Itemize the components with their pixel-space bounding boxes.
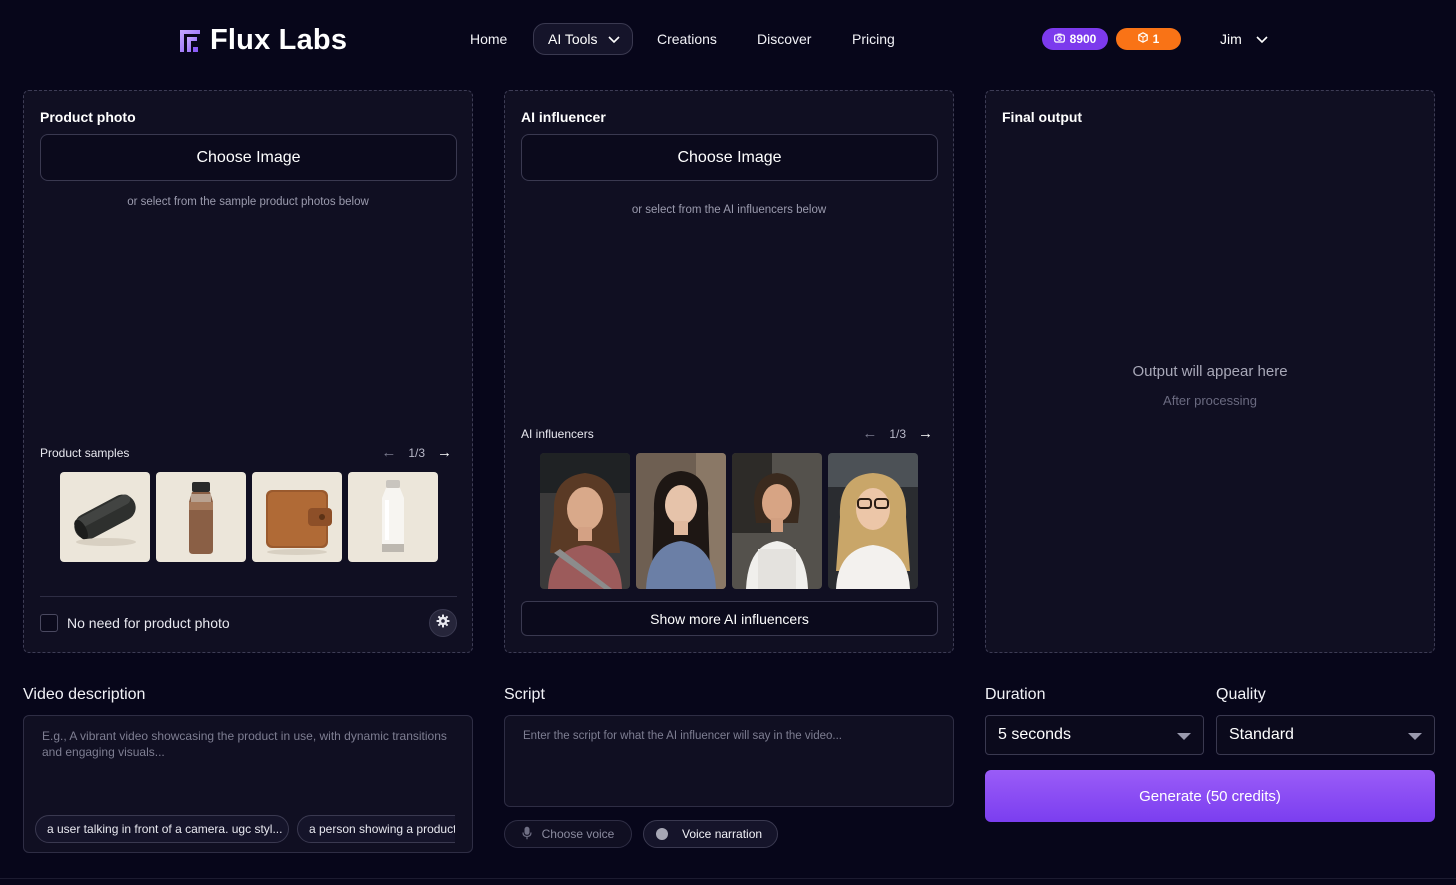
top-header: Flux Labs Home Creations Discover Pricin… [0, 0, 1456, 80]
choose-voice-button[interactable]: Choose voice [504, 820, 632, 848]
choose-influencer-image-button[interactable]: Choose Image [521, 134, 938, 181]
influencer-portrait-icon [732, 453, 822, 589]
quality-select[interactable]: Standard [1216, 715, 1435, 755]
quality-label: Quality [1216, 686, 1266, 703]
chevron-down-icon [1256, 31, 1268, 47]
output-placeholder: Output will appear here [1132, 363, 1288, 380]
arrow-right-icon[interactable]: → [918, 425, 933, 442]
suggestion-chip[interactable]: a user talking in front of a camera. ugc… [35, 815, 289, 843]
script-placeholder: Enter the script for what the AI influen… [523, 730, 842, 742]
speaker-icon [60, 472, 150, 562]
influencer-pager: ← 1/3 → [862, 425, 933, 442]
no-product-photo-checkbox[interactable] [40, 614, 58, 632]
influencer-card[interactable] [732, 453, 822, 589]
product-samples-label: Product samples [40, 446, 130, 460]
output-subtext: After processing [1163, 393, 1257, 408]
panel-title: AI influencer [521, 109, 606, 125]
nav-discover[interactable]: Discover [757, 23, 811, 55]
credits-count: 8900 [1069, 32, 1097, 46]
gems-count: 1 [1152, 32, 1160, 46]
duration-label: Duration [985, 686, 1046, 703]
influencer-card[interactable] [828, 453, 918, 589]
quality-value: Standard [1229, 726, 1294, 743]
product-sample-flask[interactable] [348, 472, 438, 562]
microphone-icon [522, 826, 532, 843]
arrow-left-icon[interactable]: ← [381, 444, 396, 461]
user-menu[interactable]: Jim [1220, 28, 1268, 50]
script-input[interactable]: Enter the script for what the AI influen… [504, 715, 954, 807]
chevron-down-icon [607, 31, 620, 47]
nav-home[interactable]: Home [470, 23, 507, 55]
influencer-hint: or select from the AI influencers below [631, 204, 827, 216]
camera-icon [1053, 32, 1065, 46]
product-hint: or select from the sample product photos… [127, 196, 369, 208]
script-label: Script [504, 686, 545, 703]
video-description-placeholder: E.g., A vibrant video showcasing the pro… [42, 729, 447, 759]
ai-influencer-panel: AI influencer Choose Image or select fro… [504, 90, 954, 653]
product-photo-panel: Product photo Choose Image or select fro… [23, 90, 473, 653]
cube-icon [1137, 32, 1148, 46]
voice-narration-toggle[interactable]: Voice narration [643, 820, 778, 848]
video-description-input[interactable]: E.g., A vibrant video showcasing the pro… [23, 715, 473, 853]
ai-influencers-list [540, 453, 918, 589]
choose-product-image-button[interactable]: Choose Image [40, 134, 457, 181]
arrow-left-icon[interactable]: ← [862, 425, 877, 442]
caret-down-icon [1408, 733, 1422, 740]
footer-divider [0, 878, 1456, 879]
nav-ai-tools-dropdown[interactable]: AI Tools [533, 23, 633, 55]
bottle-icon [156, 472, 246, 562]
voice-narration-label: Voice narration [682, 827, 763, 841]
product-samples-list [60, 472, 438, 562]
panel-divider [40, 596, 457, 597]
no-product-photo-option: No need for product photo [40, 614, 230, 632]
arrow-right-icon[interactable]: → [437, 444, 452, 461]
influencer-portrait-icon [540, 453, 630, 589]
suggestion-chip[interactable]: a person showing a product [297, 815, 455, 843]
gear-icon [436, 614, 450, 633]
influencer-card[interactable] [636, 453, 726, 589]
product-sample-speaker[interactable] [60, 472, 150, 562]
product-sample-wallet[interactable] [252, 472, 342, 562]
panel-title: Final output [1002, 109, 1083, 125]
flask-icon [348, 472, 438, 562]
caret-down-icon [1177, 733, 1191, 740]
generate-button[interactable]: Generate (50 credits) [985, 770, 1435, 822]
user-name: Jim [1220, 31, 1242, 47]
influencer-portrait-icon [828, 453, 918, 589]
influencer-portrait-icon [636, 453, 726, 589]
duration-value: 5 seconds [998, 726, 1071, 743]
video-description-label: Video description [23, 686, 146, 703]
toggle-knob [656, 828, 668, 840]
product-pager: ← 1/3 → [381, 444, 452, 461]
panel-title: Product photo [40, 109, 136, 125]
ai-influencers-label: AI influencers [521, 427, 594, 441]
final-output-panel: Final output Output will appear here Aft… [985, 90, 1435, 653]
product-sample-bottle[interactable] [156, 472, 246, 562]
nav-ai-tools-label: AI Tools [548, 31, 598, 47]
influencer-page-indicator: 1/3 [889, 426, 906, 441]
choose-voice-label: Choose voice [541, 827, 615, 841]
nav-pricing[interactable]: Pricing [852, 23, 895, 55]
wallet-icon [252, 472, 342, 562]
product-page-indicator: 1/3 [408, 445, 425, 460]
credits-badge[interactable]: 8900 [1042, 28, 1108, 50]
influencer-card[interactable] [540, 453, 630, 589]
description-suggestions: a user talking in front of a camera. ugc… [35, 815, 455, 843]
no-product-photo-label: No need for product photo [67, 615, 230, 631]
product-settings-button[interactable] [429, 609, 457, 637]
duration-select[interactable]: 5 seconds [985, 715, 1204, 755]
nav-creations[interactable]: Creations [657, 23, 717, 55]
show-more-influencers-button[interactable]: Show more AI influencers [521, 601, 938, 636]
gems-badge[interactable]: 1 [1116, 28, 1181, 50]
